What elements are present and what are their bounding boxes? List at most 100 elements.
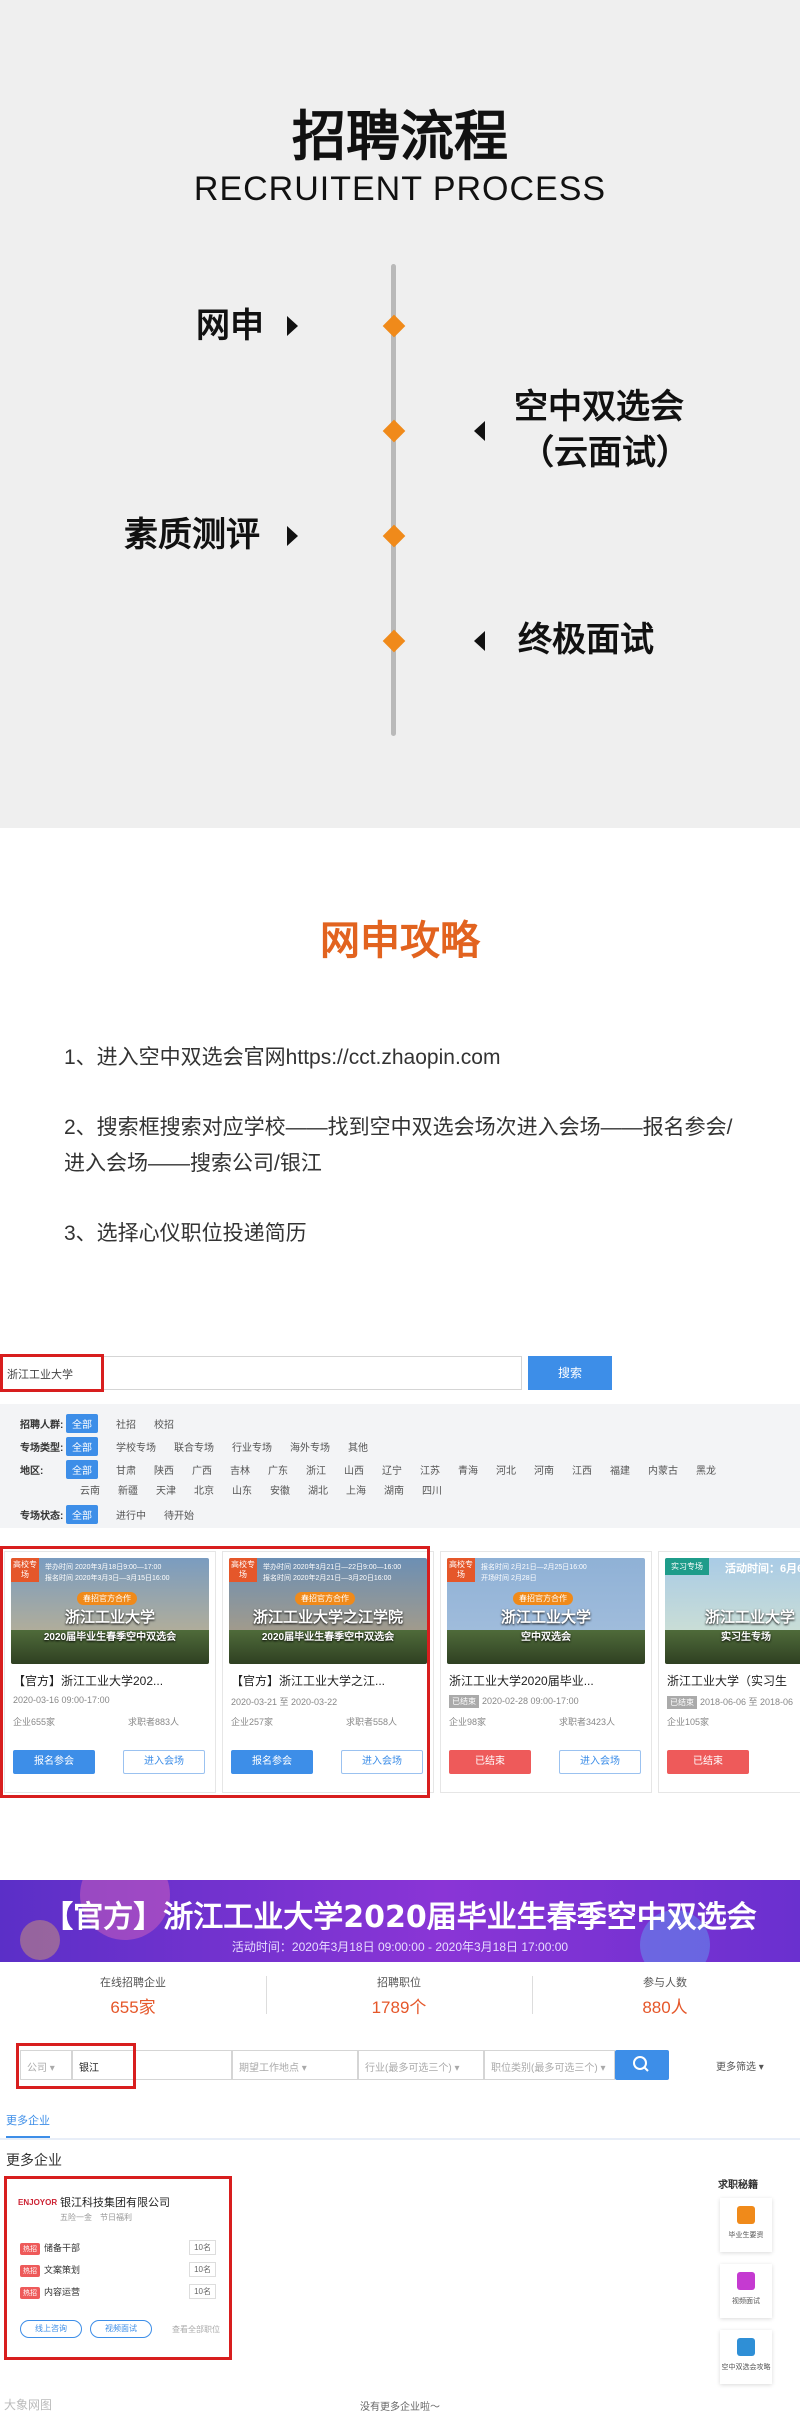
timeline-node — [382, 419, 406, 443]
filter-option[interactable]: 新疆 — [118, 1482, 138, 1497]
step-final-interview: 终极面试 — [518, 620, 654, 660]
filter-option[interactable]: 海外专场 — [290, 1439, 330, 1454]
recruitment-process-section: 招聘流程 RECRUITENT PROCESS 网申 空中双选会 （云面试） 素… — [0, 0, 800, 828]
fair-meta-line: 报名时间 2月21日—2月25日16:00 — [481, 1564, 587, 1571]
filter-option[interactable]: 北京 — [194, 1482, 214, 1497]
search-button[interactable]: 搜索 — [528, 1356, 612, 1390]
filter-option[interactable]: 福建 — [610, 1462, 630, 1477]
filter-option[interactable]: 湖北 — [308, 1482, 328, 1497]
filter-option[interactable]: 陕西 — [154, 1462, 174, 1477]
filter-option[interactable]: 吉林 — [230, 1462, 250, 1477]
filter-option[interactable]: 河南 — [534, 1462, 554, 1477]
filter-option[interactable]: 山东 — [232, 1482, 252, 1497]
chevron-down-icon: ▾ — [454, 2063, 460, 2074]
fair-banner: 【官方】浙江工业大学2020届毕业生春季空中双选会 活动时间：2020年3月18… — [0, 1880, 800, 1962]
highlight-box — [4, 2176, 232, 2360]
filter-region: 地区: 全部 甘肃 陕西 广西 吉林 广东 浙江 山西 辽宁 江苏 青海 河北 … — [20, 1460, 734, 1479]
filter-option[interactable]: 甘肃 — [116, 1462, 136, 1477]
enter-venue-button[interactable]: 进入会场 — [559, 1750, 641, 1774]
seeker-count: 求职者3423人 — [558, 1717, 615, 1727]
filter-option[interactable]: 河北 — [496, 1462, 516, 1477]
guide-step-2: 2、搜索框搜索对应学校——找到空中双选会场次进入会场——报名参会/进入会场——搜… — [64, 1116, 733, 1175]
filter-type: 专场类型: 全部 学校专场 联合专场 行业专场 海外专场 其他 — [20, 1437, 386, 1456]
fair-date: 已结束 2018-06-06 至 2018-06 — [667, 1695, 793, 1709]
filter-region-row2: 云南 新疆 天津 北京 山东 安徽 湖北 上海 湖南 四川 — [80, 1482, 460, 1497]
category-placeholder: 职位类别(最多可选三个) — [491, 2063, 598, 2074]
filter-option[interactable]: 全部 — [66, 1505, 98, 1524]
filter-option[interactable]: 其他 — [348, 1439, 368, 1454]
video-icon — [737, 2272, 755, 2290]
filter-label: 招聘人群: — [20, 1420, 64, 1431]
filter-option[interactable]: 待开始 — [164, 1507, 194, 1522]
filter-option[interactable]: 江西 — [572, 1462, 592, 1477]
more-filters-button[interactable]: 更多筛选 ▾ — [716, 2058, 764, 2073]
fair-card[interactable]: 高校专场 报名时间 2月21日—2月25日16:00 开场时间 2月28日 春招官… — [440, 1551, 652, 1793]
page: 招聘流程 RECRUITENT PROCESS 网申 空中双选会 （云面试） 素… — [0, 0, 800, 2416]
filter-option[interactable]: 全部 — [66, 1437, 98, 1456]
filter-option[interactable]: 社招 — [116, 1416, 136, 1431]
tip-label: 毕业生要资 — [728, 2232, 764, 2239]
timeline-node — [382, 314, 406, 338]
search-button[interactable] — [615, 2050, 669, 2080]
filter-option[interactable]: 广东 — [268, 1462, 288, 1477]
company-count: 企业98家 — [449, 1717, 487, 1727]
filter-option[interactable]: 黑龙 — [696, 1462, 716, 1477]
industry-select[interactable]: 行业(最多可选三个) ▾ — [358, 2050, 484, 2080]
filter-option[interactable]: 进行中 — [116, 1507, 146, 1522]
ended-button[interactable]: 已结束 — [667, 1750, 749, 1774]
filter-option[interactable]: 上海 — [346, 1482, 366, 1497]
stat-positions: 招聘职位 1789个 — [266, 1970, 532, 2018]
filter-option[interactable]: 全部 — [66, 1414, 98, 1433]
filter-option[interactable]: 广西 — [192, 1462, 212, 1477]
highlight-box — [16, 2043, 136, 2089]
fair-image-title: 浙江工业大学 — [705, 1609, 796, 1626]
fair-card-image: 高校专场 报名时间 2月21日—2月25日16:00 开场时间 2月28日 春招官… — [447, 1558, 645, 1664]
fair-image-subtitle: 实习生专场 — [721, 1632, 771, 1643]
stat-participants: 参与人数 880人 — [532, 1970, 798, 2018]
filter-option[interactable]: 天津 — [156, 1482, 176, 1497]
filter-option[interactable]: 学校专场 — [116, 1439, 156, 1454]
highlight-box — [0, 1354, 104, 1392]
filter-label: 地区: — [20, 1466, 44, 1477]
filter-option[interactable]: 浙江 — [306, 1462, 326, 1477]
fair-meta: 活动时间：6月6 — [725, 1563, 800, 1575]
tips-title: 求职秘籍 — [718, 2180, 758, 2191]
stat-label: 招聘职位 — [377, 1977, 421, 1989]
ended-button[interactable]: 已结束 — [449, 1750, 531, 1774]
filter-option[interactable]: 青海 — [458, 1462, 478, 1477]
arrow-right-icon — [287, 526, 298, 546]
filter-option[interactable]: 校招 — [154, 1416, 174, 1431]
section-heading: 更多企业 — [6, 2152, 62, 2168]
filter-option[interactable]: 辽宁 — [382, 1462, 402, 1477]
filter-option[interactable]: 四川 — [422, 1482, 442, 1497]
tip-graduate[interactable]: 毕业生要资 — [720, 2198, 772, 2252]
filter-option[interactable]: 联合专场 — [174, 1439, 214, 1454]
fair-time: 活动时间：2020年3月18日 09:00:00 - 2020年3月18日 17… — [231, 1940, 569, 1954]
filter-panel: 招聘人群: 全部 社招 校招 专场类型: 全部 学校专场 联合专场 行业专场 海… — [0, 1404, 800, 1528]
no-more-companies-text: 没有更多企业啦～ — [360, 2402, 440, 2413]
fair-meta: 报名时间 2月21日—2月25日16:00 开场时间 2月28日 — [481, 1562, 587, 1584]
tip-fair-guide[interactable]: 空中双选会攻略 — [720, 2330, 772, 2384]
category-select[interactable]: 职位类别(最多可选三个) ▾ — [484, 2050, 615, 2080]
filter-option[interactable]: 江苏 — [420, 1462, 440, 1477]
filter-option[interactable]: 内蒙古 — [648, 1462, 678, 1477]
filter-option[interactable]: 行业专场 — [232, 1439, 272, 1454]
filter-option[interactable]: 湖南 — [384, 1482, 404, 1497]
ended-badge: 已结束 — [449, 1695, 479, 1708]
timeline-node — [382, 524, 406, 548]
fair-name[interactable]: 浙江工业大学2020届毕业... — [449, 1672, 639, 1689]
search-icon — [633, 2056, 649, 2072]
fair-name[interactable]: 浙江工业大学（实习生 — [667, 1672, 800, 1689]
chevron-down-icon: ▾ — [600, 2063, 606, 2074]
filter-option[interactable]: 山西 — [344, 1462, 364, 1477]
filter-label: 专场类型: — [20, 1443, 64, 1454]
fair-card[interactable]: 实习专场 活动时间：6月6 浙江工业大学 实习生专场 浙江工业大学（实习生 已结… — [658, 1551, 800, 1793]
filter-option[interactable]: 云南 — [80, 1482, 100, 1497]
filter-option[interactable]: 安徽 — [270, 1482, 290, 1497]
location-select[interactable]: 期望工作地点 ▾ — [232, 2050, 358, 2080]
industry-placeholder: 行业(最多可选三个) — [365, 2063, 452, 2074]
tip-label: 视频面试 — [732, 2298, 760, 2305]
filter-option[interactable]: 全部 — [66, 1460, 98, 1479]
tip-video-interview[interactable]: 视频面试 — [720, 2264, 772, 2318]
tab-more-companies[interactable]: 更多企业 — [6, 2112, 50, 2138]
